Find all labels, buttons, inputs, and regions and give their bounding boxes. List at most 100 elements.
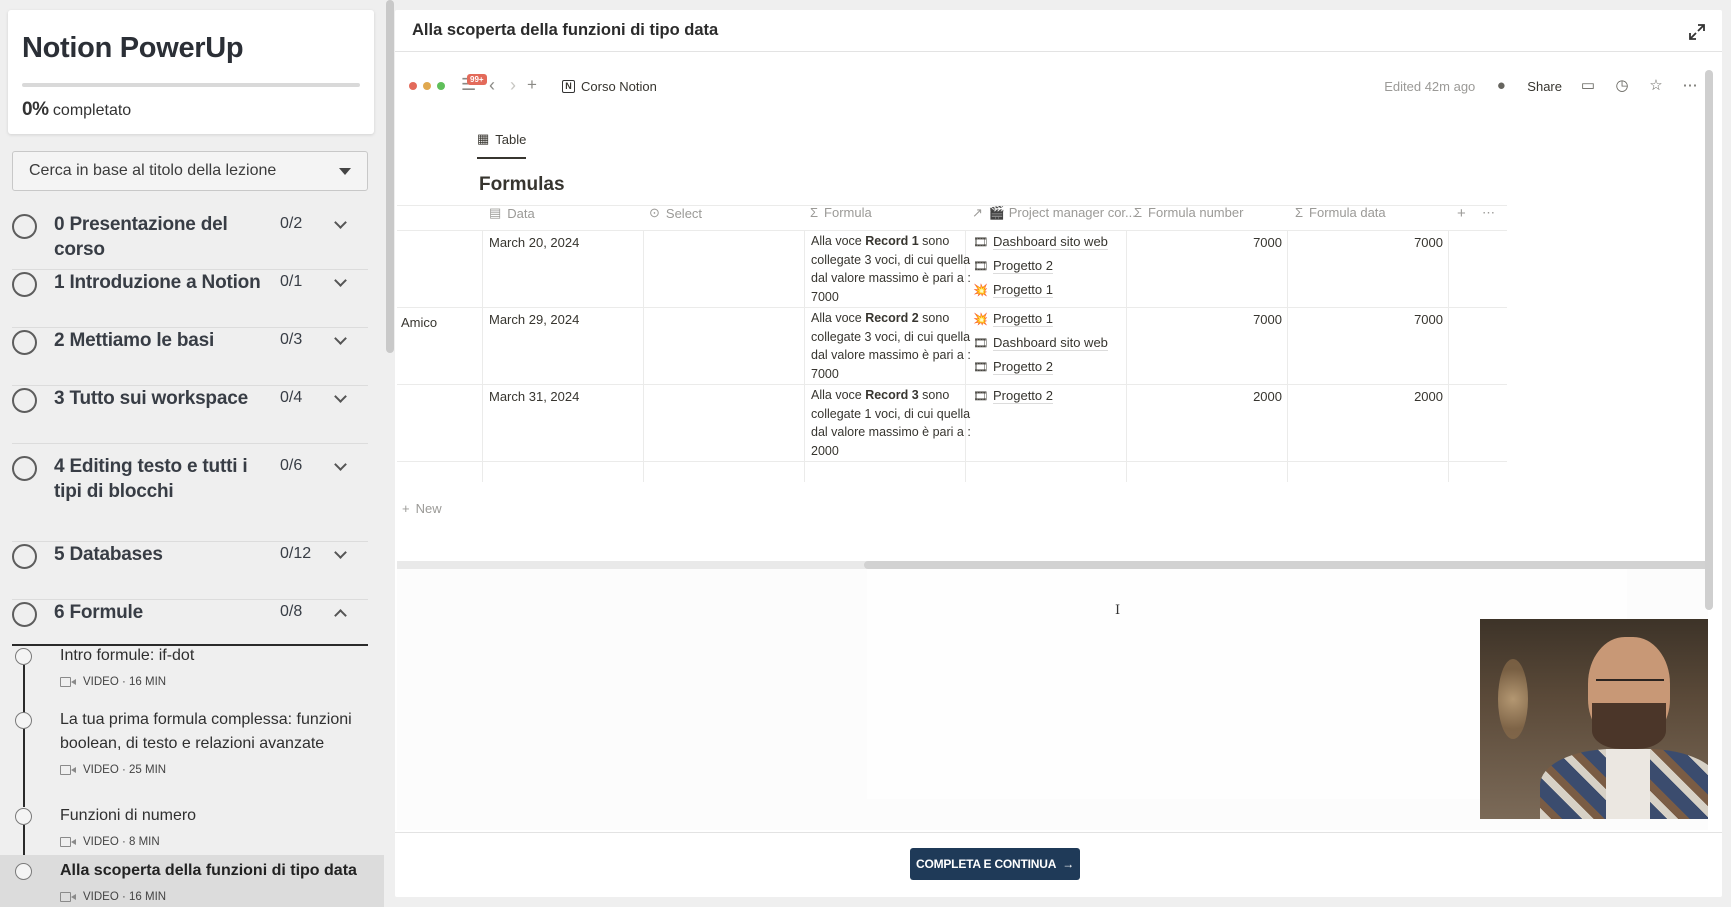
row-formula-number: 2000: [1253, 389, 1282, 404]
row-formula: Alla voce Record 2 sono collegate 3 voci…: [811, 311, 971, 381]
database-title: Formulas: [479, 174, 565, 195]
back-arrow-icon: ‹: [489, 75, 495, 95]
lesson-item[interactable]: Funzioni di numero VIDEO · 8 MIN: [0, 800, 384, 855]
progress-bar: [22, 83, 360, 87]
table-row: Amico March 29, 2024 Alla voce Record 2 so…: [397, 307, 1507, 384]
section-count: 0/4: [280, 389, 303, 406]
page-emoji-icon: 🎞: [973, 360, 989, 374]
row-date: March 31, 2024: [489, 389, 580, 404]
lesson-meta: VIDEO · 16 MIN: [60, 891, 166, 903]
status-circle-icon: [12, 602, 37, 627]
column-header-formula-number: Σ Formula number: [1134, 205, 1244, 220]
sidebar-scrollbar[interactable]: [386, 0, 394, 353]
lesson-meta: VIDEO · 16 MIN: [60, 676, 166, 688]
caret-down-icon: [339, 167, 351, 175]
zoom-window-dot: [437, 82, 445, 90]
lesson-item[interactable]: La tua prima formula complessa: funzioni…: [0, 704, 384, 800]
status-circle-icon: [12, 214, 37, 239]
arrow-right-icon: →: [1062, 857, 1074, 871]
lesson-meta: VIDEO · 8 MIN: [60, 836, 160, 848]
section-5[interactable]: 5 Databases 0/12: [12, 542, 368, 600]
complete-and-continue-button[interactable]: COMPLETA E CONTINUA →: [910, 848, 1080, 880]
calendar-icon: ▤: [489, 205, 502, 220]
column-header-formula-data: Σ Formula data: [1295, 205, 1386, 220]
row-formula: Alla voce Record 3 sono collegate 1 voci…: [811, 388, 971, 458]
section-count: 0/2: [280, 215, 303, 232]
progress-label: 0% completato: [22, 99, 360, 121]
lesson-status-circle-icon: [15, 712, 32, 729]
row-formula: Alla voce Record 1 sono collegate 3 voci…: [811, 234, 971, 304]
footer-divider: [395, 832, 1722, 833]
page-emoji-icon: 🎞: [973, 235, 989, 249]
lesson-title: La tua prima formula complessa: funzioni…: [60, 711, 352, 752]
table-row-divider: [397, 461, 1507, 462]
related-page: 💥 Progetto 1: [973, 282, 1053, 298]
new-row-label: New: [415, 501, 442, 516]
video-player[interactable]: ☰ 99+ ‹ › + N Corso Notion Edited 42m ag…: [397, 67, 1708, 830]
column-options-icon: ⋯: [1482, 205, 1495, 220]
minimize-window-dot: [423, 82, 431, 90]
lesson-title: Alla scoperta della funzioni di tipo dat…: [412, 21, 719, 39]
chevron-down-icon: [334, 274, 347, 287]
row-formula-number: 7000: [1253, 235, 1282, 250]
table-view-tab: ▦ Table: [477, 131, 527, 159]
lesson-search-select[interactable]: Cerca in base al titolo della lezione: [12, 151, 368, 191]
section-label: 2 Mettiamo le basi: [54, 330, 215, 351]
expand-icon[interactable]: [1688, 23, 1706, 41]
section-label: 5 Databases: [54, 544, 163, 565]
course-sidebar: Notion PowerUp 0% completato Cerca in ba…: [0, 0, 384, 907]
chevron-up-icon: [334, 609, 347, 622]
video-camera-icon: [60, 837, 77, 847]
chevron-down-icon: [334, 216, 347, 229]
table-header: ▤ Data ⊙ Select Σ Formula ↗ 🎬 Project manage…: [397, 205, 1507, 231]
column-header-project-manager: ↗ 🎬 Project manager cor...: [972, 205, 1136, 220]
page-emoji-icon: 💥: [973, 312, 988, 326]
video-camera-icon: [60, 892, 77, 902]
window-controls: [409, 82, 445, 90]
section-3[interactable]: 3 Tutto sui workspace 0/4: [12, 386, 368, 444]
table-view-label: Table: [495, 131, 527, 147]
course-card: Notion PowerUp 0% completato: [8, 10, 374, 134]
row-formula-number: 7000: [1253, 312, 1282, 327]
lesson-meta: VIDEO · 25 MIN: [60, 764, 166, 776]
page-emoji-icon: 🎞: [973, 389, 989, 403]
section-count: 0/8: [280, 603, 303, 620]
section-1[interactable]: 1 Introduzione a Notion 0/1: [12, 270, 368, 328]
close-window-dot: [409, 82, 417, 90]
section-2[interactable]: 2 Mettiamo le basi 0/3: [12, 328, 368, 386]
complete-button-label: COMPLETA E CONTINUA: [915, 857, 1057, 871]
chevron-down-icon: [334, 390, 347, 403]
section-count: 0/12: [280, 545, 312, 562]
table-scroll-thumb: [864, 561, 1708, 569]
section-count: 0/1: [280, 273, 303, 290]
lesson-status-circle-icon: [15, 808, 32, 825]
row-project-managers: 💥 Progetto 1 🎞 Dashboard sito web 🎞 Progetto …: [973, 307, 1108, 379]
table-row-divider: [397, 205, 1507, 206]
related-page: 🎞 Progetto 2: [973, 388, 1053, 404]
breadcrumb-page: Corso Notion: [581, 79, 657, 94]
lesson-content: Alla scoperta della funzioni di tipo dat…: [395, 10, 1722, 897]
lesson-item[interactable]: Intro formule: if-dot VIDEO · 16 MIN: [0, 640, 384, 704]
lesson-item[interactable]: Alla scoperta della funzioni di tipo dat…: [0, 855, 384, 907]
section-4[interactable]: 4 Editing testo e tutti i tipi di blocch…: [12, 454, 368, 542]
status-circle-icon: [12, 272, 37, 297]
column-header-data: ▤ Data: [489, 205, 535, 221]
video-scrollbar[interactable]: [1705, 70, 1713, 610]
progress-value: 0%: [22, 99, 49, 120]
course-title: Notion PowerUp: [22, 32, 244, 64]
page-emoji-icon: 🎞: [973, 336, 989, 350]
sigma-icon: Σ: [1295, 205, 1304, 220]
section-label: 1 Introduzione a Notion: [54, 272, 261, 293]
related-page: 💥 Progetto 1: [973, 311, 1053, 327]
lesson-status-circle-icon: [15, 863, 32, 880]
table-icon: ▦: [477, 131, 490, 146]
section-0[interactable]: 0 Presentazione del corso 0/2: [12, 212, 368, 270]
table-row: March 20, 2024 Alla voce Record 1 sono co…: [397, 230, 1507, 307]
chevron-down-icon: [334, 458, 347, 471]
lesson-header: Alla scoperta della funzioni di tipo dat…: [395, 10, 1722, 52]
table-row: March 31, 2024 Alla voce Record 3 sono co…: [397, 384, 1507, 461]
comment-icon: ▭: [1580, 77, 1596, 94]
edited-timestamp: Edited 42m ago: [1384, 78, 1476, 94]
lesson-title: Intro formule: if-dot: [60, 647, 195, 664]
plus-icon: +: [527, 75, 537, 94]
